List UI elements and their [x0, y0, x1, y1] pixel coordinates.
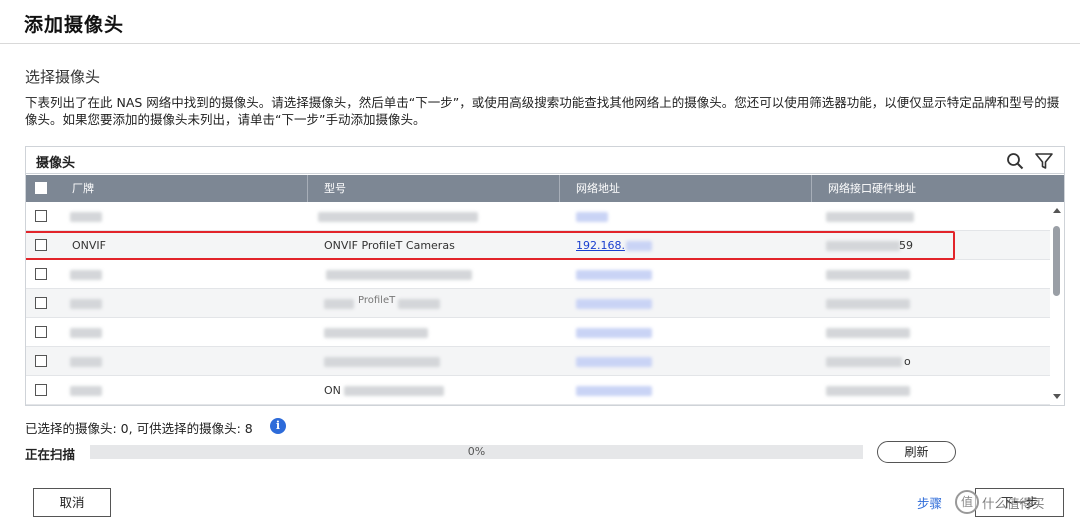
- table-header: 厂牌 型号 网络地址 网络接口硬件地址: [26, 175, 1064, 202]
- scroll-thumb[interactable]: [1053, 226, 1060, 296]
- redacted-ip: [576, 386, 652, 396]
- cancel-button[interactable]: 取消: [33, 488, 111, 517]
- add-camera-dialog: 添加摄像头 选择摄像头 下表列出了在此 NAS 网络中找到的摄像头。请选择摄像头…: [0, 0, 1080, 524]
- redacted-brand: [70, 328, 102, 338]
- row-checkbox[interactable]: [35, 297, 47, 309]
- cell-mac: o: [904, 355, 911, 368]
- panel-title: 摄像头: [36, 156, 76, 171]
- scan-label: 正在扫描: [25, 447, 76, 462]
- redacted-brand: [70, 299, 102, 309]
- redacted-mac: [826, 270, 910, 280]
- highlight-annotation: [26, 231, 955, 260]
- dialog-header: 添加摄像头: [0, 0, 1080, 44]
- scan-progress-bar: 0%: [90, 445, 863, 459]
- table-row[interactable]: o: [26, 347, 1050, 376]
- cell-model: ON: [324, 384, 341, 397]
- redacted-ip: [576, 270, 652, 280]
- scroll-up-icon[interactable]: [1053, 208, 1061, 213]
- redacted-model: [344, 386, 444, 396]
- redacted-mac: [826, 212, 914, 222]
- redacted-model: [324, 328, 428, 338]
- row-checkbox[interactable]: [35, 210, 47, 222]
- table-row[interactable]: ProfileT: [26, 289, 1050, 318]
- column-mac[interactable]: 网络接口硬件地址: [812, 175, 1064, 202]
- column-model[interactable]: 型号: [308, 175, 560, 202]
- redacted-model: [326, 270, 472, 280]
- table-row[interactable]: [26, 318, 1050, 347]
- row-checkbox[interactable]: [35, 355, 47, 367]
- section-title: 选择摄像头: [25, 68, 101, 86]
- redacted-mac: [826, 357, 902, 367]
- search-icon[interactable]: [1006, 152, 1024, 170]
- redacted-mac: [826, 386, 910, 396]
- redacted-brand: [70, 357, 102, 367]
- info-icon[interactable]: i: [270, 418, 286, 434]
- progress-text: 0%: [467, 445, 486, 458]
- scroll-down-icon[interactable]: [1053, 394, 1061, 399]
- redacted-mac: [826, 328, 910, 338]
- redacted-brand: [70, 386, 102, 396]
- watermark-text: 什么值得买: [982, 496, 1045, 511]
- table-scrollbar[interactable]: [1051, 202, 1063, 405]
- table-row[interactable]: ON: [26, 376, 1050, 405]
- table-row[interactable]: [26, 202, 1050, 231]
- filter-icon[interactable]: [1034, 151, 1054, 171]
- redacted-ip: [576, 299, 652, 309]
- redacted-model: [324, 299, 354, 309]
- redacted-model: [318, 212, 478, 222]
- redacted-brand: [70, 270, 102, 280]
- refresh-button[interactable]: 刷新: [877, 441, 956, 463]
- watermark-logo: 值: [955, 490, 979, 514]
- redacted-brand: [70, 212, 102, 222]
- redacted-mac: [826, 299, 910, 309]
- row-checkbox[interactable]: [35, 268, 47, 280]
- column-brand[interactable]: 厂牌: [56, 175, 308, 202]
- cell-model: ProfileT: [358, 295, 396, 306]
- section-description: 下表列出了在此 NAS 网络中找到的摄像头。请选择摄像头，然后单击“下一步”，或…: [25, 95, 1060, 127]
- table-body: ONVIF ONVIF ProfileT Cameras 192.168. 59: [26, 202, 1050, 405]
- table-row[interactable]: [26, 260, 1050, 289]
- panel-header: 摄像头: [26, 147, 1064, 174]
- camera-table-panel: 摄像头 厂牌 型号 网络地址 网络接口硬件地址 ONVIF ONVIF Prof…: [25, 146, 1065, 406]
- select-all-checkbox[interactable]: [35, 182, 47, 194]
- redacted-model: [398, 299, 440, 309]
- row-checkbox[interactable]: [35, 384, 47, 396]
- dialog-title: 添加摄像头: [24, 14, 125, 36]
- redacted-ip: [576, 357, 652, 367]
- column-ip[interactable]: 网络地址: [560, 175, 812, 202]
- row-checkbox[interactable]: [35, 326, 47, 338]
- selection-summary: 已选择的摄像头: 0, 可供选择的摄像头: 8: [25, 421, 253, 436]
- step-link[interactable]: 步骤: [917, 493, 942, 512]
- redacted-ip: [576, 328, 652, 338]
- redacted-ip: [576, 212, 608, 222]
- redacted-model: [324, 357, 440, 367]
